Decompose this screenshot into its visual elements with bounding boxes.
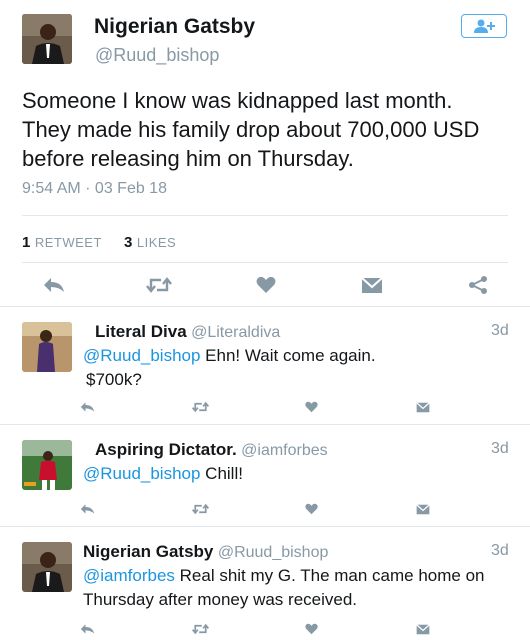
envelope-icon[interactable] (416, 504, 430, 515)
reply-time[interactable]: 3d (491, 322, 509, 340)
reply-text-fragment: Real shit my G. The man came home on (174, 566, 485, 585)
envelope-icon[interactable] (361, 277, 383, 294)
tweet-text-line: They made his family drop about 700,000 … (22, 117, 480, 142)
retweet-count: 1 (22, 234, 31, 248)
tweet-text-line: Someone I know was kidnapped last month. (22, 88, 453, 113)
reply-time[interactable]: 3d (491, 542, 509, 560)
reply-time[interactable]: 3d (491, 440, 509, 458)
reply-icon[interactable] (43, 276, 65, 294)
author-avatar[interactable] (22, 14, 72, 64)
divider (0, 306, 530, 307)
divider (22, 262, 508, 263)
heart-icon[interactable] (305, 623, 318, 635)
reply-author-name[interactable]: Nigerian Gatsby (83, 542, 213, 561)
reply-text-line: @Ruud_bishop Chill! (83, 462, 503, 486)
reply-author-handle[interactable]: @Literaldiva (191, 324, 280, 341)
mention-link[interactable]: @iamforbes (83, 566, 175, 585)
reply-header: Aspiring Dictator. @iamforbes (95, 440, 328, 460)
add-user-icon (474, 19, 495, 33)
likes-label: LIKES (136, 235, 177, 248)
tweet-timestamp[interactable]: 9:54 AM · 03 Feb 18 (22, 180, 167, 198)
reply-text: @Ruud_bishop Ehn! Wait come again. $700k… (83, 344, 503, 392)
tweet-stats: 1 RETWEET 3 LIKES (22, 234, 194, 248)
author-handle[interactable]: @Ruud_bishop (95, 45, 219, 66)
reply-text-line: $700k? (86, 370, 142, 389)
heart-icon[interactable] (256, 276, 276, 294)
mention-link[interactable]: @Ruud_bishop (83, 464, 200, 483)
reply-text: @iamforbes Real shit my G. The man came … (83, 564, 523, 612)
retweet-label: RETWEET (34, 235, 102, 248)
retweet-icon[interactable] (192, 623, 209, 635)
reply-author-handle[interactable]: @Ruud_bishop (218, 544, 329, 561)
reply-text-line: @iamforbes Real shit my G. The man came … (83, 564, 523, 588)
likes-count: 3 (124, 234, 133, 248)
heart-icon[interactable] (305, 503, 318, 515)
retweet-icon[interactable] (146, 276, 172, 294)
reply-text: @Ruud_bishop Chill! (83, 462, 503, 486)
reply-avatar[interactable] (22, 322, 72, 372)
reply-icon[interactable] (80, 623, 95, 635)
tweet-text: Someone I know was kidnapped last month.… (22, 86, 522, 173)
envelope-icon[interactable] (416, 402, 430, 413)
reply-icon[interactable] (80, 401, 95, 413)
divider (0, 424, 530, 425)
reply-text-fragment: Ehn! Wait come again. (200, 346, 376, 365)
retweet-icon[interactable] (192, 401, 209, 413)
envelope-icon[interactable] (416, 624, 430, 635)
retweet-icon[interactable] (192, 503, 209, 515)
reply-avatar[interactable] (22, 542, 72, 592)
reply-header: Literal Diva @Literaldiva (95, 322, 280, 342)
tweet-text-line: before releasing him on Thursday. (22, 146, 354, 171)
divider (22, 215, 508, 216)
likes-stat[interactable]: 3 LIKES (124, 234, 176, 248)
reply-text-fragment: Chill! (200, 464, 243, 483)
reply-icon[interactable] (80, 503, 95, 515)
reply-author-name[interactable]: Literal Diva (95, 322, 187, 341)
reply-author-name[interactable]: Aspiring Dictator. (95, 440, 237, 459)
reply-header: Nigerian Gatsby @Ruud_bishop (83, 542, 328, 562)
retweet-stat[interactable]: 1 RETWEET (22, 234, 102, 248)
reply-author-handle[interactable]: @iamforbes (241, 442, 328, 459)
author-name[interactable]: Nigerian Gatsby (94, 15, 255, 39)
reply-text-line: Thursday after money was received. (83, 590, 358, 609)
heart-icon[interactable] (305, 401, 318, 413)
reply-text-line: @Ruud_bishop Ehn! Wait come again. (83, 344, 503, 368)
reply-avatar[interactable] (22, 440, 72, 490)
follow-button[interactable] (461, 14, 507, 38)
mention-link[interactable]: @Ruud_bishop (83, 346, 200, 365)
divider (0, 526, 530, 527)
share-icon[interactable] (468, 276, 488, 294)
